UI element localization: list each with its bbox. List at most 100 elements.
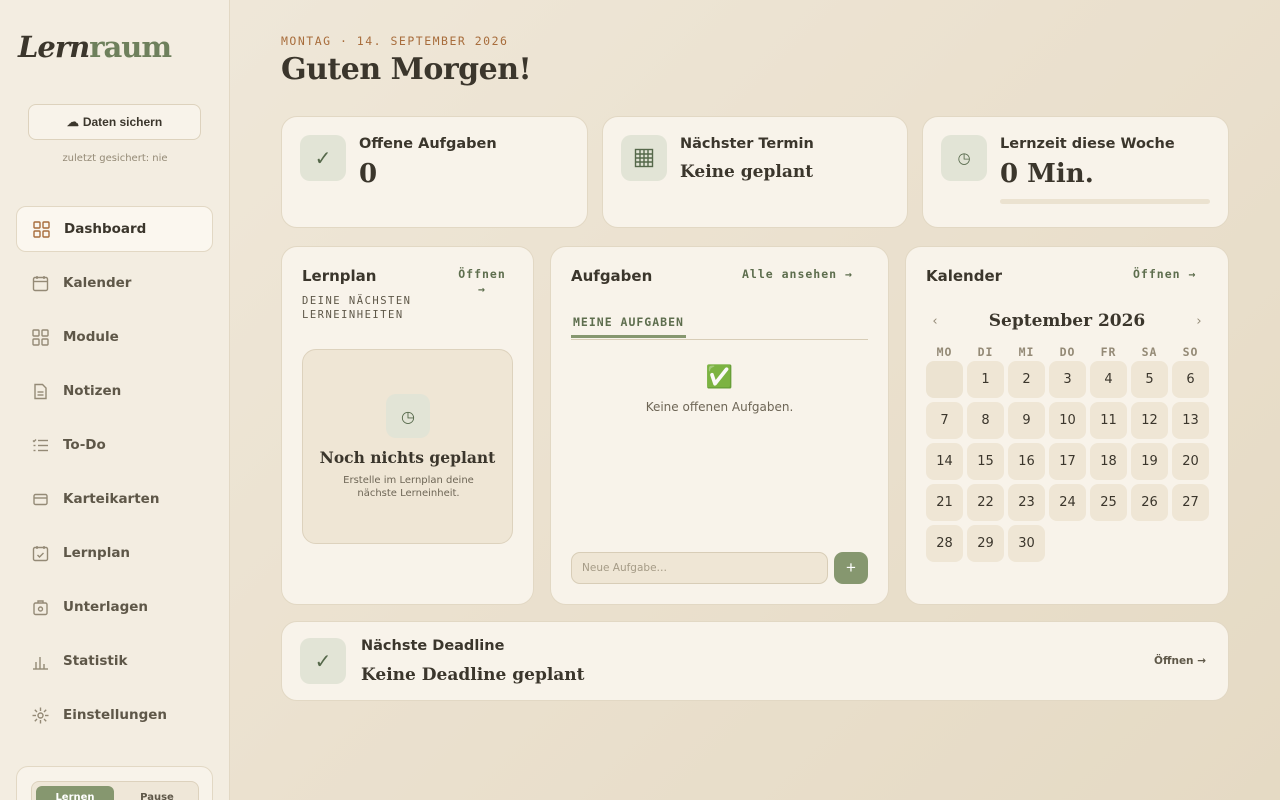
timer-widget: Lernen Pause [16, 766, 213, 800]
timer-pause-option[interactable]: Pause [118, 786, 196, 800]
calendar-day[interactable]: 29 [967, 525, 1004, 562]
stat-card-next-event[interactable]: Nächster Termin Keine geplant [602, 116, 908, 228]
tasks-card: Aufgaben Alle ansehen → MEINE AUFGABEN ✅… [550, 246, 889, 605]
page-title: Guten Morgen! [281, 52, 532, 87]
calendar-day[interactable]: 10 [1049, 402, 1086, 439]
sidebar-item-karteikarten[interactable]: Karteikarten [16, 476, 213, 522]
card-title: Kalender [926, 267, 1003, 285]
calendar-day[interactable]: 27 [1172, 484, 1209, 521]
calendar-icon [32, 275, 49, 292]
new-task-input[interactable] [571, 552, 828, 584]
studyplan-card: Lernplan Öffnen → DEINE NÄCHSTEN LERNEIN… [281, 246, 534, 605]
calendar-day[interactable]: 5 [1131, 361, 1168, 398]
deadline-open-link[interactable]: Öffnen → [1154, 655, 1206, 667]
sidebar-item-label: Lernplan [63, 545, 131, 561]
calendar-day[interactable]: 22 [967, 484, 1004, 521]
calendar-day[interactable]: 1 [967, 361, 1004, 398]
calendar-day[interactable]: 20 [1172, 443, 1209, 480]
clock-icon: ◷ [941, 135, 987, 181]
sidebar-item-label: Einstellungen [63, 707, 168, 723]
empty-text: Erstelle im Lernplan deine nächste Lerne… [343, 475, 474, 499]
calendar-day[interactable]: 7 [926, 402, 963, 439]
sidebar-item-statistik[interactable]: Statistik [16, 638, 213, 684]
calendar-weekdays: MO DI MI DO FR SA SO [926, 345, 1210, 361]
chevron-right-icon[interactable]: › [1190, 314, 1208, 329]
stat-label: Lernzeit diese Woche [1000, 136, 1175, 152]
sidebar-item-label: Module [63, 329, 119, 345]
calendar-day[interactable]: 6 [1172, 361, 1209, 398]
calendar-day[interactable]: 28 [926, 525, 963, 562]
calendar-day[interactable]: 17 [1049, 443, 1086, 480]
calendar-day[interactable]: 26 [1131, 484, 1168, 521]
sidebar-item-einstellungen[interactable]: Einstellungen [16, 692, 213, 738]
sidebar-item-label: Dashboard [64, 221, 147, 237]
sidebar-item-notizen[interactable]: Notizen [16, 368, 213, 414]
timer-learn-option[interactable]: Lernen [36, 786, 114, 800]
cloud-icon: ☁ [66, 115, 79, 129]
calendar-day[interactable]: 3 [1049, 361, 1086, 398]
calendar-day[interactable]: 23 [1008, 484, 1045, 521]
calendar-day[interactable]: 9 [1008, 402, 1045, 439]
sidebar-item-unterlagen[interactable]: Unterlagen [16, 584, 213, 630]
sidebar-item-dashboard[interactable]: Dashboard [16, 206, 213, 252]
calendar-day[interactable]: 19 [1131, 443, 1168, 480]
check-icon: ✓ [300, 638, 346, 684]
calendar-day[interactable]: 15 [967, 443, 1004, 480]
calendar-day[interactable]: 4 [1090, 361, 1127, 398]
calendar-day[interactable]: 30 [1008, 525, 1045, 562]
calendar-day[interactable]: 2 [1008, 361, 1045, 398]
stat-label: Nächster Termin [680, 136, 814, 152]
calendar-day[interactable]: 24 [1049, 484, 1086, 521]
calendar-day[interactable]: 21 [926, 484, 963, 521]
calendar-day[interactable]: 14 [926, 443, 963, 480]
settings-icon [32, 707, 49, 724]
calendar-day[interactable]: 12 [1131, 402, 1168, 439]
app-logo[interactable]: Lernraum [18, 30, 172, 64]
deadline-label: Nächste Deadline [361, 638, 505, 654]
calendar-day-blank [926, 361, 963, 398]
backup-button[interactable]: ☁ Daten sichern [28, 104, 201, 140]
calendar-day[interactable]: 8 [967, 402, 1004, 439]
check-mark-icon: ✅ [705, 365, 734, 390]
sidebar-item-module[interactable]: Module [16, 314, 213, 360]
studyplan-open-link[interactable]: Öffnen → [452, 267, 512, 297]
stat-value: Keine geplant [680, 162, 814, 182]
backup-status: zuletzt gesichert: nie [62, 153, 168, 164]
sidebar-nav: Dashboard Kalender Module Notizen To-Do [16, 206, 213, 746]
calendar-weekday: SA [1141, 345, 1158, 359]
timer-mode-toggle: Lernen Pause [31, 781, 199, 800]
stat-card-open-tasks[interactable]: ✓ Offene Aufgaben 0 [281, 116, 588, 228]
card-title: Lernplan [302, 267, 377, 285]
empty-tasks-text: Keine offenen Aufgaben. [645, 400, 794, 414]
todo-icon [32, 437, 49, 454]
card-subtitle: DEINE NÄCHSTEN LERNEINHEITEN [302, 295, 412, 321]
calendar-day[interactable]: 25 [1090, 484, 1127, 521]
studyplan-icon [32, 545, 49, 562]
tasks-view-all-link[interactable]: Alle ansehen → [742, 267, 853, 281]
sidebar-item-lernplan[interactable]: Lernplan [16, 530, 213, 576]
logo-part-1: Lern [18, 30, 90, 64]
documents-icon [32, 599, 49, 616]
calendar-open-link[interactable]: Öffnen → [1133, 267, 1196, 281]
tab-my-tasks[interactable]: MEINE AUFGABEN [571, 313, 686, 338]
stat-value: 0 [359, 159, 378, 189]
studyplan-empty-state: ◷ Noch nichts geplant Erstelle im Lernpl… [302, 349, 513, 544]
deadline-card: ✓ Nächste Deadline Keine Deadline geplan… [281, 621, 1229, 701]
sidebar-item-kalender[interactable]: Kalender [16, 260, 213, 306]
sidebar-item-label: Notizen [63, 383, 122, 399]
calendar-grid-icon [621, 135, 667, 181]
empty-title: Noch nichts geplant [319, 448, 496, 467]
module-icon [32, 328, 49, 346]
chevron-left-icon[interactable]: ‹ [926, 314, 944, 329]
calendar-day[interactable]: 18 [1090, 443, 1127, 480]
stat-card-study-time[interactable]: ◷ Lernzeit diese Woche 0 Min. [922, 116, 1229, 228]
study-time-progress [1000, 199, 1210, 204]
backup-label: Daten sichern [82, 115, 163, 129]
sidebar-item-todo[interactable]: To-Do [16, 422, 213, 468]
calendar-day[interactable]: 16 [1008, 443, 1045, 480]
calendar-day[interactable]: 11 [1090, 402, 1127, 439]
calendar-day[interactable]: 13 [1172, 402, 1209, 439]
add-task-button[interactable]: + [834, 552, 868, 584]
sidebar: Lernraum ☁ Daten sichern zuletzt gesiche… [0, 0, 230, 800]
calendar-header: ‹ September 2026 › [926, 309, 1208, 333]
